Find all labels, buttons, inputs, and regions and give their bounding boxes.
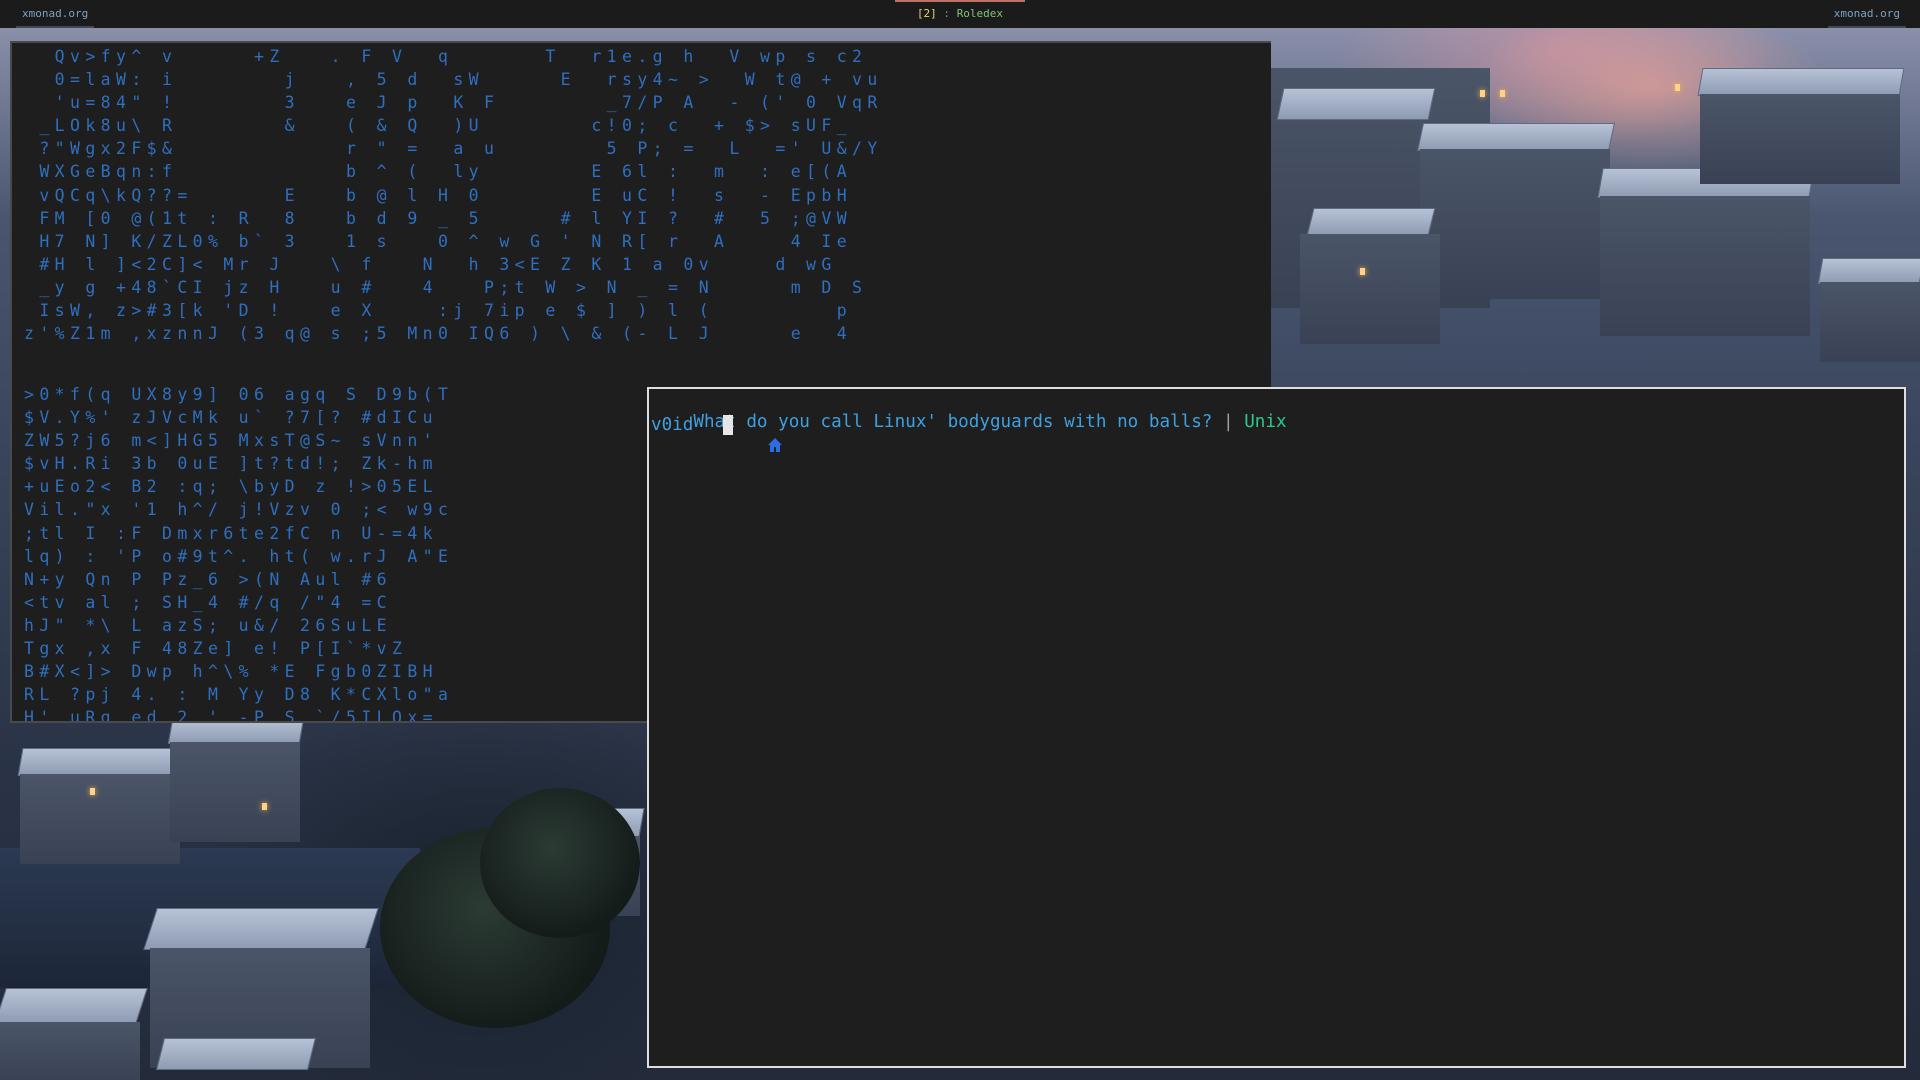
workspace-separator: : bbox=[936, 7, 957, 20]
matrix-rain-text-lower: >0*f(q UX8y9] 06 agq S D9b(T $V.Y%' zJVc… bbox=[24, 385, 454, 723]
active-workspace-indicator: [2] : Roledex bbox=[895, 0, 1025, 28]
window-title: Roledex bbox=[956, 7, 1004, 20]
matrix-rain-text: Qv>fy^ v +Z . F V q T r1e.g h V wp s c2 … bbox=[24, 47, 883, 344]
text-cursor bbox=[723, 415, 734, 435]
joke-separator: | bbox=[1212, 412, 1245, 432]
shell-prompt[interactable]: v0id bbox=[651, 415, 782, 452]
xmobar-statusbar: xmonad.org [2] : Roledex xmonad.org bbox=[0, 0, 1920, 28]
cmatrix-terminal-window-lower[interactable]: >0*f(q UX8y9] 06 agq S D9b(T $V.Y%' zJVc… bbox=[10, 385, 648, 723]
joke-answer: Unix bbox=[1244, 412, 1287, 432]
statusbar-right-label[interactable]: xmonad.org bbox=[1827, 0, 1907, 28]
focused-terminal-window[interactable]: What do you call Linux' bodyguards with … bbox=[647, 387, 1906, 1068]
prompt-username: v0id bbox=[651, 415, 694, 435]
statusbar-left-label[interactable]: xmonad.org bbox=[15, 0, 95, 28]
home-icon bbox=[703, 417, 782, 452]
cmatrix-terminal-window[interactable]: Qv>fy^ v +Z . F V q T r1e.g h V wp s c2 … bbox=[10, 41, 1271, 388]
workspace-number[interactable]: [2] bbox=[917, 7, 937, 20]
joke-question: What do you call Linux' bodyguards with … bbox=[693, 412, 1213, 432]
